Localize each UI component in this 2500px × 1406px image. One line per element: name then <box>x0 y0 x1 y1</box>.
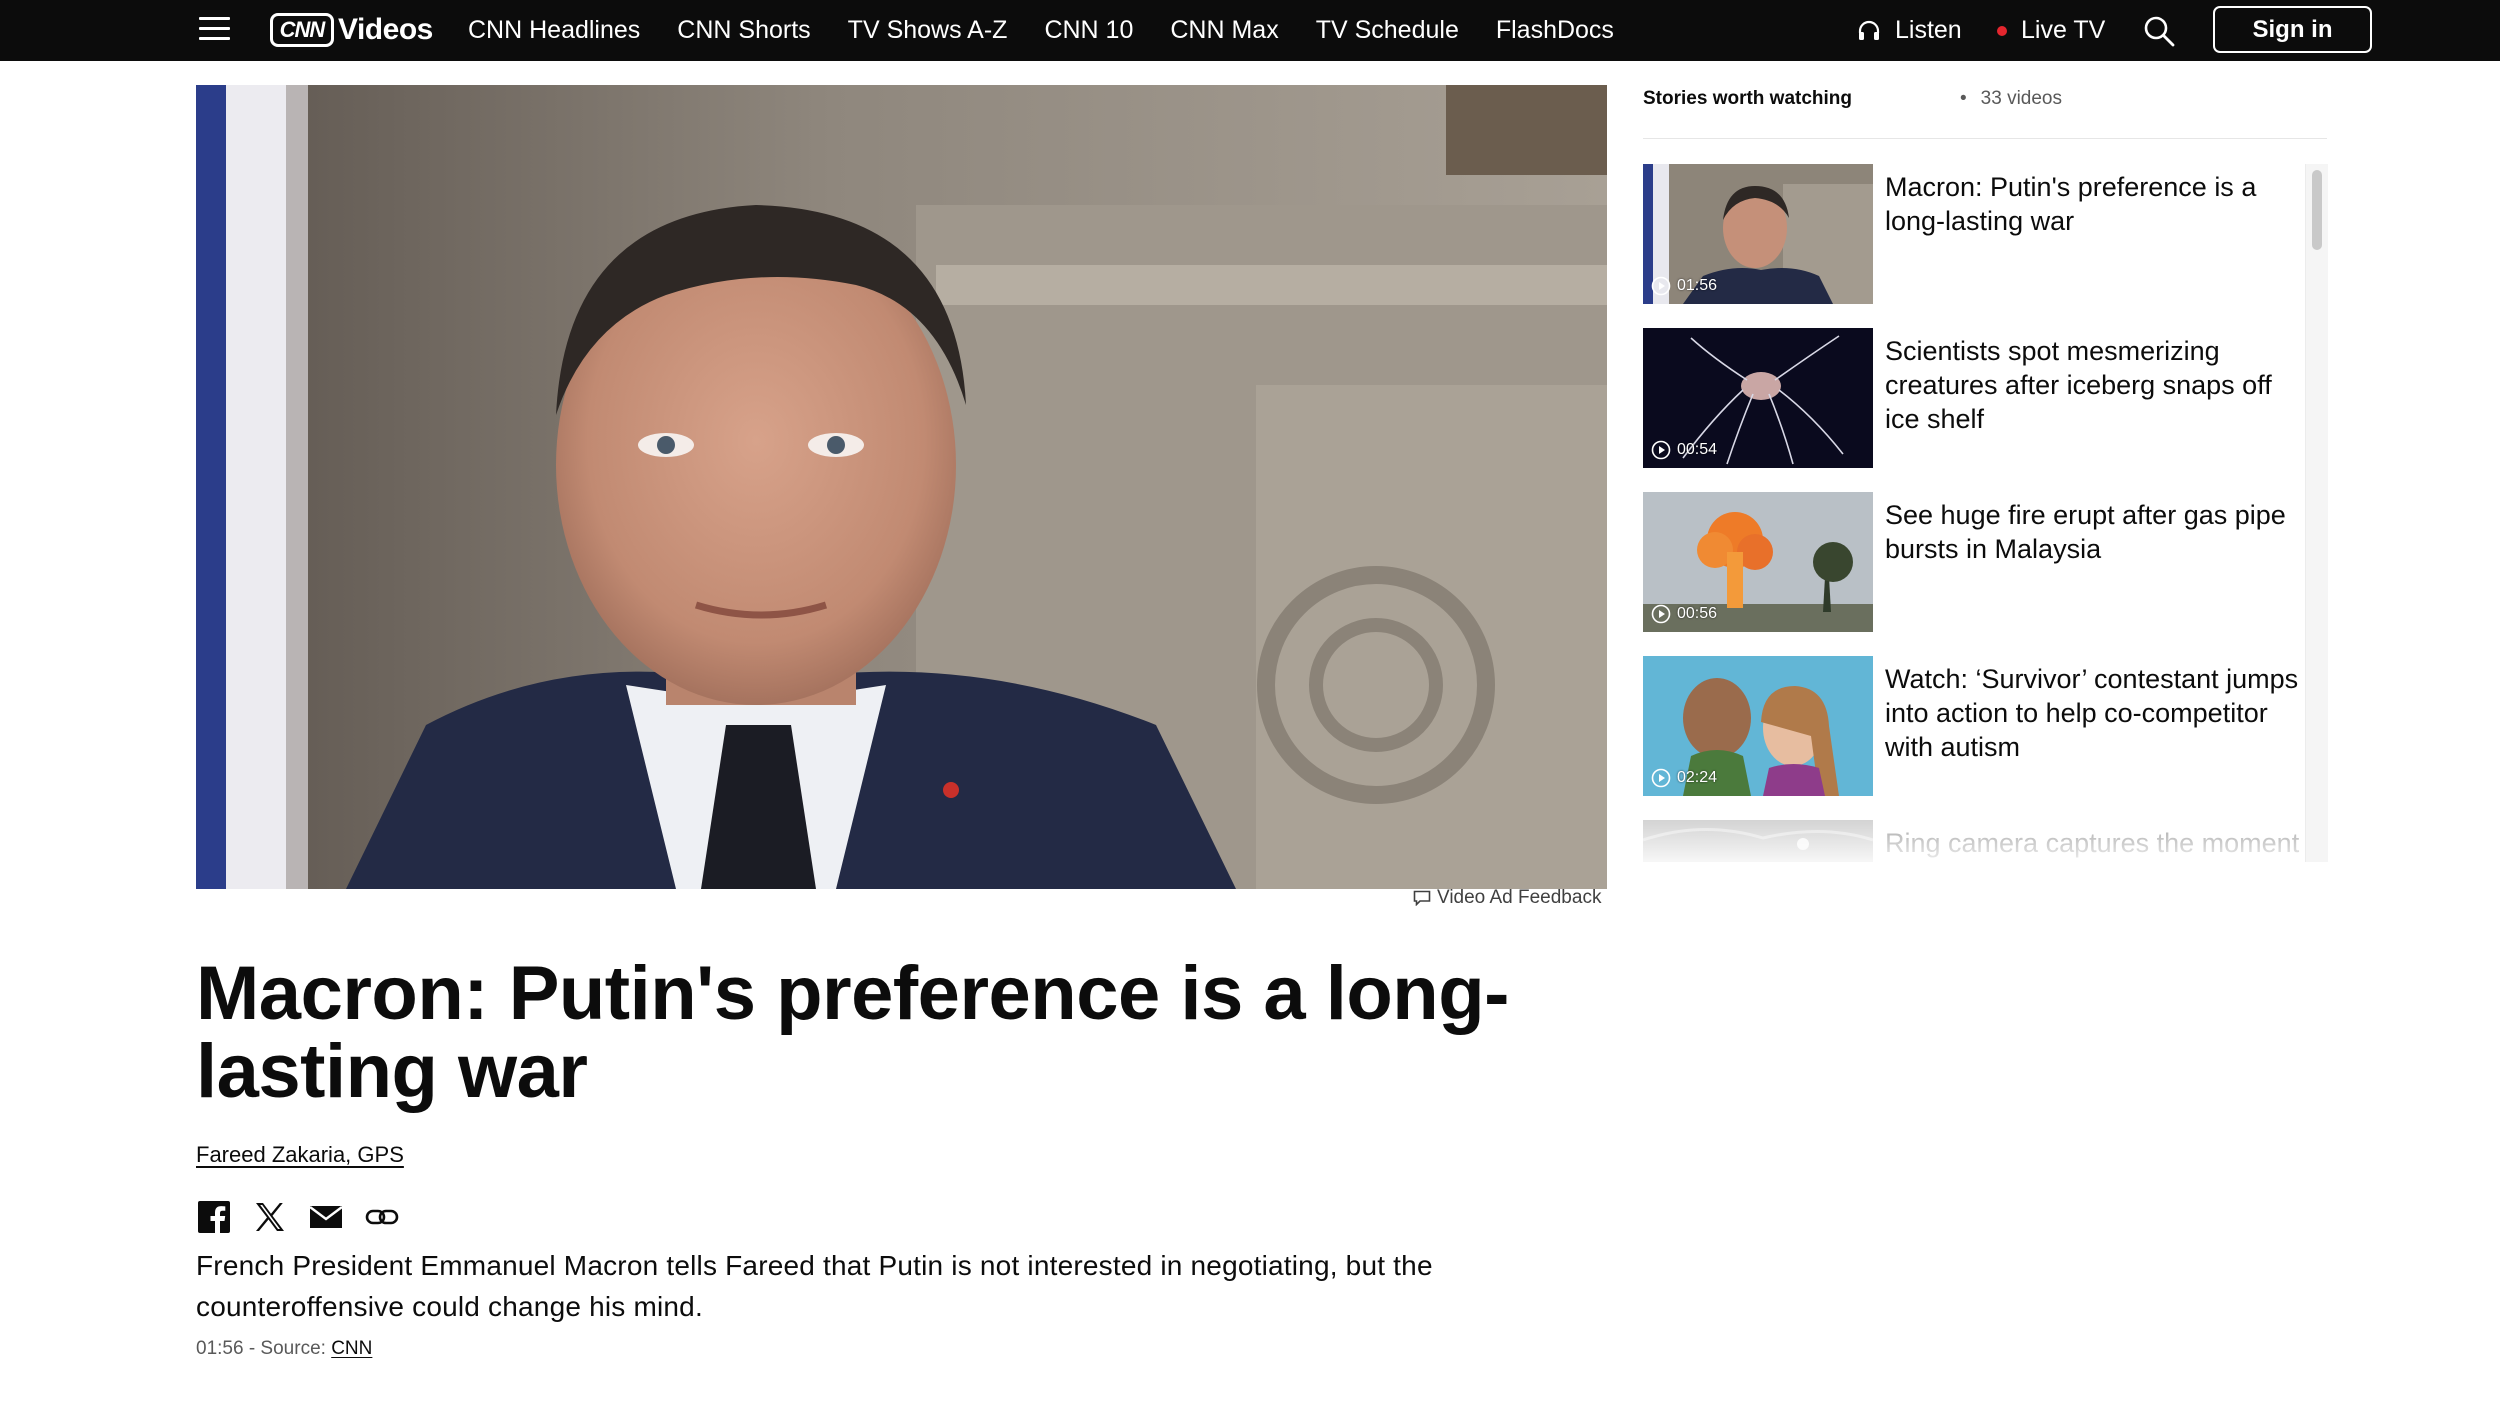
thumbnail-image <box>1643 820 1873 862</box>
brand[interactable]: CNN Videos <box>270 10 433 50</box>
headphones-icon <box>1858 20 1880 40</box>
duration-label: 00:54 <box>1677 441 1718 458</box>
playlist-item[interactable]: 00:56 See huge fire erupt after gas pipe… <box>1643 492 2305 632</box>
playlist-header: Stories worth watching • 33 videos <box>1643 86 2327 139</box>
separator-dot: • <box>1960 88 1967 109</box>
section-title[interactable]: Videos <box>338 13 433 47</box>
email-icon[interactable] <box>308 1199 344 1235</box>
playlist-item-title[interactable]: See huge fire erupt after gas pipe burst… <box>1885 498 2305 566</box>
video-ad-feedback-link[interactable]: Video Ad Feedback <box>1413 886 1601 910</box>
playlist-item-title[interactable]: Ring camera captures the moment <box>1885 826 2305 860</box>
facebook-icon[interactable] <box>196 1199 232 1235</box>
video-frame-image <box>196 85 1607 889</box>
search-icon[interactable] <box>2142 14 2176 48</box>
top-nav: CNN Videos CNN Headlines CNN Shorts TV S… <box>0 0 2500 61</box>
playlist-item[interactable]: 02:24 Watch: ‘Survivor’ contestant jumps… <box>1643 656 2305 796</box>
feedback-icon <box>1413 890 1431 906</box>
x-icon[interactable] <box>252 1199 288 1235</box>
thumbnail[interactable]: 00:56 <box>1643 492 1873 632</box>
listen-button[interactable]: Listen <box>1857 0 1962 61</box>
source-link[interactable]: CNN <box>331 1338 372 1359</box>
source-prefix: - Source: <box>248 1338 326 1359</box>
sign-in-button[interactable]: Sign in <box>2213 6 2372 53</box>
live-tv-label: Live TV <box>2021 16 2106 44</box>
playlist-item-title[interactable]: Scientists spot mesmerizing creatures af… <box>1885 334 2305 436</box>
playlist: 01:56 Macron: Putin's preference is a lo… <box>1643 164 2327 862</box>
video-headline: Macron: Putin's preference is a long-las… <box>196 951 1509 1114</box>
duration-label: 01:56 <box>1677 277 1718 294</box>
menu-icon[interactable] <box>199 15 230 42</box>
thumbnail[interactable]: 00:54 <box>1643 328 1873 468</box>
listen-label: Listen <box>1895 16 1962 44</box>
video-description: French President Emmanuel Macron tells F… <box>196 1250 1433 1322</box>
playlist-item-title[interactable]: Macron: Putin's preference is a long-las… <box>1885 170 2305 238</box>
duration-label: 02:24 <box>1677 769 1718 786</box>
live-tv-button[interactable]: Live TV <box>1997 0 2105 61</box>
nav-link-flashdocs[interactable]: FlashDocs <box>1496 16 1614 45</box>
duration-label: 00:56 <box>1677 605 1718 622</box>
video-meta: 01:56 - Source: CNN <box>196 1338 372 1360</box>
live-dot-icon <box>1997 25 2007 36</box>
share-bar <box>196 1199 420 1235</box>
duration-badge: 01:56 <box>1651 276 1717 296</box>
playlist-scrollbar-thumb[interactable] <box>2312 170 2322 250</box>
play-icon <box>1651 604 1671 624</box>
byline-link[interactable]: Fareed Zakaria, GPS <box>196 1142 404 1168</box>
playlist-title: Stories worth watching <box>1643 88 1853 109</box>
nav-link-cnn-max[interactable]: CNN Max <box>1170 16 1278 45</box>
playlist-item[interactable]: Ring camera captures the moment <box>1643 820 2305 862</box>
thumbnail[interactable]: 01:56 <box>1643 164 1873 304</box>
duration-badge: 00:56 <box>1651 604 1717 624</box>
nav-link-tv-schedule[interactable]: TV Schedule <box>1316 16 1459 45</box>
playlist-item[interactable]: 00:54 Scientists spot mesmerizing creatu… <box>1643 328 2305 468</box>
playlist-item[interactable]: 01:56 Macron: Putin's preference is a lo… <box>1643 164 2305 304</box>
play-icon <box>1651 440 1671 460</box>
play-icon <box>1651 768 1671 788</box>
link-icon[interactable] <box>364 1199 400 1235</box>
thumbnail[interactable] <box>1643 820 1873 862</box>
nav-link-cnn-shorts[interactable]: CNN Shorts <box>677 16 810 45</box>
video-duration: 01:56 <box>196 1338 244 1359</box>
thumbnail[interactable]: 02:24 <box>1643 656 1873 796</box>
playlist-scrollbar[interactable] <box>2305 164 2328 862</box>
playlist-item-title[interactable]: Watch: ‘Survivor’ contestant jumps into … <box>1885 662 2305 764</box>
play-icon <box>1651 276 1671 296</box>
playlist-count: • 33 videos <box>1960 88 2062 110</box>
nav-link-cnn-10[interactable]: CNN 10 <box>1044 16 1133 45</box>
playlist-count-label: 33 videos <box>1980 88 2062 109</box>
video-player[interactable] <box>196 85 1607 889</box>
duration-badge: 00:54 <box>1651 440 1717 460</box>
duration-badge: 02:24 <box>1651 768 1717 788</box>
cnn-logo[interactable]: CNN <box>270 13 334 47</box>
ad-feedback-label: Video Ad Feedback <box>1437 887 1602 908</box>
nav-links: CNN Headlines CNN Shorts TV Shows A-Z CN… <box>468 0 1651 61</box>
nav-link-tv-shows[interactable]: TV Shows A-Z <box>848 16 1008 45</box>
nav-link-cnn-headlines[interactable]: CNN Headlines <box>468 16 640 45</box>
